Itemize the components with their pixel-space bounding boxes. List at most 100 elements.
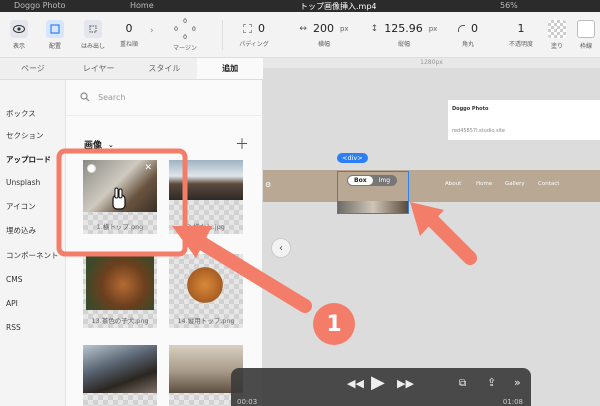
radius-value[interactable]: 0: [471, 22, 478, 35]
nav-link-home[interactable]: Home: [476, 181, 492, 187]
tab-add[interactable]: 追加: [197, 58, 263, 79]
preview-url: red45857l.studio.site: [452, 128, 505, 134]
margin-bottom-value[interactable]: 0: [174, 34, 196, 42]
opacity-label: 不透明度: [508, 41, 533, 48]
width-field[interactable]: ↔ 200 px 横幅: [288, 12, 360, 58]
home-tab[interactable]: Home: [130, 1, 154, 10]
width-value[interactable]: 200: [313, 22, 334, 35]
search-input[interactable]: Search: [66, 80, 263, 116]
image-thumb-4[interactable]: 14.縦用トップ.png: [169, 254, 243, 328]
nav-item-component[interactable]: コンポーネント: [6, 250, 59, 261]
rewind-icon[interactable]: ◀◀: [347, 377, 364, 390]
height-field[interactable]: ↕ 125.96 px 縦幅: [366, 12, 442, 58]
border-icon: [577, 20, 595, 38]
dog-photo: [83, 345, 157, 393]
order-label: 重ね順: [119, 41, 138, 48]
radius-label: 角丸: [461, 41, 474, 48]
video-file-title: トップ画像挿入.mp4: [300, 2, 377, 11]
nav-item-api[interactable]: API: [6, 299, 18, 308]
nav-item-cms[interactable]: CMS: [6, 275, 22, 284]
collapse-panel-button[interactable]: ‹: [271, 238, 291, 258]
nav-item-rss[interactable]: RSS: [6, 323, 21, 332]
select-radio-icon[interactable]: [87, 164, 96, 173]
margin-label: マージン: [173, 45, 197, 52]
dog-photo: [169, 160, 243, 200]
add-category-nav: ボックス セクション アップロード Unsplash アイコン 埋め込み コンポ…: [0, 80, 66, 406]
nav-link-about[interactable]: About: [445, 181, 461, 187]
site-preview-card[interactable]: Doggo Photo red45857l.studio.site: [448, 100, 600, 140]
width-arrows-icon: ↔: [299, 23, 307, 34]
toggle-box-option[interactable]: Box: [348, 176, 373, 185]
nav-link-gallery[interactable]: Gallery: [505, 181, 525, 187]
radius-field[interactable]: 0 角丸: [448, 12, 488, 58]
nav-item-unsplash[interactable]: Unsplash: [6, 178, 40, 187]
height-unit[interactable]: px: [429, 25, 438, 33]
display-button[interactable]: 表示: [4, 12, 34, 58]
overflow-label: はみ出し: [80, 43, 105, 50]
opacity-field[interactable]: 1 不透明度: [504, 12, 538, 58]
image-caption: 14.縦用トップ.png: [177, 317, 235, 325]
toolbar-divider: [222, 20, 223, 50]
padding-icon: [243, 24, 252, 33]
fill-button[interactable]: 塗り: [544, 12, 570, 58]
inserted-dog-image: [338, 201, 408, 213]
width-label: 横幅: [317, 41, 330, 48]
tab-styles[interactable]: スタイル: [132, 58, 198, 79]
height-value[interactable]: 125.96: [384, 22, 423, 35]
border-button[interactable]: 枠線: [574, 12, 598, 58]
padding-field[interactable]: 0 パディング: [232, 12, 276, 58]
order-field[interactable]: 0 重ね順: [118, 12, 140, 58]
box-img-toggle[interactable]: Box Img: [347, 175, 398, 186]
image-thumb-5[interactable]: [83, 345, 157, 406]
layout-icon: [46, 20, 64, 38]
more-icon[interactable]: »: [514, 376, 521, 389]
images-section-title[interactable]: 画像 ⌄: [84, 138, 114, 152]
layout-button[interactable]: 配置: [40, 12, 70, 58]
video-player-controls: ◀◀ ▶ ▶▶ ⧉ ⇪ » 00:03 01:08: [231, 368, 531, 406]
opacity-value[interactable]: 1: [518, 22, 525, 35]
window-title-bar: Doggo Photo Home トップ画像挿入.mp4 56%: [0, 0, 600, 12]
nav-link-contact[interactable]: Contact: [538, 181, 559, 187]
toggle-img-option[interactable]: Img: [373, 176, 396, 185]
zoom-level: 56%: [500, 1, 518, 10]
nav-item-embed[interactable]: 埋め込み: [6, 225, 36, 236]
margin-right-value[interactable]: 0: [192, 26, 196, 34]
chevron-down-icon: ⌄: [108, 140, 114, 149]
design-canvas[interactable]: 1280px Doggo Photo red45857l.studio.site…: [263, 58, 600, 406]
add-image-button[interactable]: ＋: [235, 134, 249, 154]
margin-field[interactable]: 0 0 0 0 マージン: [162, 12, 208, 58]
image-caption: 1.横トップ.png: [96, 223, 144, 231]
nav-item-upload[interactable]: アップロード: [6, 154, 51, 165]
image-caption: 2.横なし.jpg: [187, 223, 225, 231]
images-section-label: 画像: [84, 141, 103, 151]
step-number-badge: 1: [313, 303, 355, 345]
eye-icon: [10, 20, 28, 38]
padding-value[interactable]: 0: [258, 22, 265, 35]
margin-left-value[interactable]: 0: [174, 26, 178, 34]
close-icon[interactable]: ✕: [144, 163, 152, 173]
image-caption: 13.茶色の子犬.png: [91, 317, 149, 325]
tab-pages[interactable]: ページ: [0, 58, 66, 79]
overflow-button[interactable]: はみ出し: [76, 12, 110, 58]
tab-layers[interactable]: レイヤー: [66, 58, 132, 79]
play-icon[interactable]: ▶: [371, 372, 385, 393]
handle-icon[interactable]: ⚙: [265, 181, 271, 189]
overflow-icon: [84, 20, 102, 38]
pip-icon[interactable]: ⧉: [459, 378, 466, 389]
image-thumb-3[interactable]: 13.茶色の子犬.png: [83, 254, 157, 328]
nav-item-icon[interactable]: アイコン: [6, 201, 36, 212]
display-label: 表示: [12, 43, 25, 50]
padding-label: パディング: [239, 41, 269, 48]
image-thumb-1[interactable]: ✕ 1.横トップ.png: [83, 160, 157, 234]
order-value[interactable]: 0: [126, 22, 133, 35]
fast-forward-icon[interactable]: ▶▶: [397, 377, 414, 390]
corner-radius-icon: [458, 25, 465, 32]
nav-item-box[interactable]: ボックス: [6, 108, 36, 119]
nav-item-section[interactable]: セクション: [6, 130, 44, 141]
dog-photo: [187, 262, 223, 308]
preview-title: Doggo Photo: [452, 106, 489, 112]
image-thumb-2[interactable]: 2.横なし.jpg: [169, 160, 243, 234]
margin-top-value[interactable]: 0: [174, 18, 196, 26]
share-icon[interactable]: ⇪: [487, 376, 496, 389]
width-unit[interactable]: px: [340, 25, 349, 33]
